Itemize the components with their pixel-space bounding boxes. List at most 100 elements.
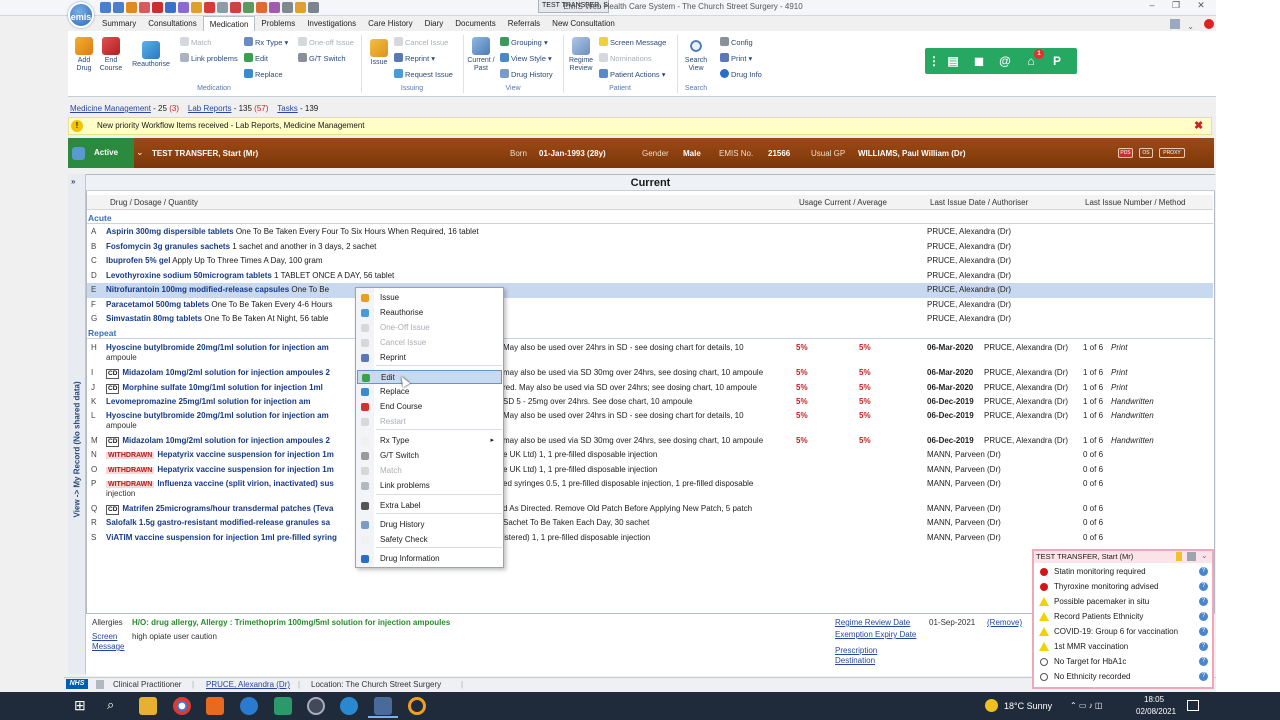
minimize-button[interactable]: – [1144,0,1160,12]
table-row[interactable]: C Ibuprofen 5% gel Apply Up To Three Time… [87,254,1213,269]
table-row[interactable]: Q CD Matrifen 25micrograms/hour transderma… [87,502,1213,517]
table-row[interactable]: E Nitrofurantoin 100mg modified-release c… [87,283,1213,298]
help-icon[interactable]: ? [1199,627,1208,636]
view-mode-label[interactable]: View -> My Record (No shared data) [73,348,82,517]
drug-history-button[interactable]: Drug History [500,67,553,82]
menu-item-issue[interactable]: Issue [357,291,502,305]
edit-button[interactable]: Edit [244,51,268,66]
cancel-issue-button[interactable]: Cancel Issue [394,35,448,50]
emis-taskbar-icon[interactable] [374,697,392,715]
chevron-down-icon[interactable]: ⌄ [136,147,144,158]
help-icon[interactable]: ? [1199,642,1208,651]
table-row[interactable]: S ViATIM vaccine suspension for injection… [87,531,1213,546]
patient-access-button[interactable]: P [1044,51,1070,71]
help-icon[interactable]: ? [1199,672,1208,681]
medicine-management-link[interactable]: Medicine Management [70,104,151,113]
inbox-icon[interactable]: ⌂ 1 [1018,49,1044,71]
alert-item[interactable]: Possible pacemaker in situ? [1036,594,1210,609]
pin-icon[interactable] [1176,552,1182,561]
config-button[interactable]: Config [720,35,753,50]
gt-switch-button[interactable]: G/T Switch [298,51,346,66]
add-drug-button[interactable]: Add Drug [72,37,96,73]
more-icon[interactable]: ⋮ [928,51,940,71]
view-style-button[interactable]: View Style ▾ [500,51,552,66]
menu-item-g-t-switch[interactable]: G/T Switch [357,449,502,463]
help-icon[interactable]: ? [1199,567,1208,576]
tab-investigations[interactable]: Investigations [301,16,362,31]
request-issue-button[interactable]: Request Issue [394,67,453,82]
help-icon[interactable]: ? [1199,582,1208,591]
remove-link[interactable]: (Remove) [987,618,1022,627]
drug-info-button[interactable]: Drug Info [720,67,762,82]
tab-documents[interactable]: Documents [449,16,501,31]
grouping-button[interactable]: Grouping ▾ [500,35,548,50]
os-badge[interactable]: OS [1139,148,1153,158]
windows-start-button[interactable]: ⊞ [74,697,86,714]
replace-button[interactable]: Replace [244,67,283,82]
menu-item-link-problems[interactable]: Link problems [357,479,502,493]
regime-review-button[interactable]: Regime Review [566,37,596,73]
table-row[interactable]: A Aspirin 300mg dispersible tablets One T… [87,225,1213,240]
menu-item-rx-type[interactable]: Rx Type ▸ [357,434,502,448]
table-row[interactable]: I CD Midazolam 10mg/2ml solution for injec… [87,366,1213,381]
app-icon[interactable] [307,697,325,715]
reauthorise-button[interactable]: Reauthorise [128,41,174,69]
menu-item-edit[interactable]: Edit [357,370,502,384]
file-explorer-icon[interactable] [139,697,157,715]
column-last-issue[interactable]: Last Issue Date / Authoriser [930,198,1028,207]
menu-item-safety-check[interactable]: Safety Check [357,533,502,547]
outlook-icon[interactable] [206,697,224,715]
help-icon[interactable]: ? [1199,597,1208,606]
clock-date[interactable]: 02/08/2021 [1136,707,1176,716]
close-button[interactable]: ✕ [1193,0,1209,12]
screen-icon[interactable] [1170,19,1180,29]
rx-type-button[interactable]: Rx Type ▾ [244,35,288,50]
current-past-button[interactable]: Current / Past [466,37,496,73]
edge-icon[interactable] [340,697,358,715]
search-icon[interactable]: ⌕ [107,697,114,713]
notifications-icon[interactable] [1187,700,1199,711]
table-row[interactable]: D Levothyroxine sodium 50microgram tablet… [87,269,1213,284]
menu-item-drug-history[interactable]: Drug History [357,518,502,532]
close-notification-button[interactable]: ✖ [1194,119,1203,132]
edge-icon[interactable] [240,697,258,715]
emis-logo[interactable]: emis [68,2,94,28]
tab-diary[interactable]: Diary [419,16,450,31]
weather-icon[interactable] [985,699,998,712]
video-icon[interactable]: ◼ [966,51,992,71]
tab-care-history[interactable]: Care History [362,16,418,31]
issue-button[interactable]: Issue [366,39,392,67]
weather-text[interactable]: 18°C Sunny [1004,701,1052,711]
lab-reports-link[interactable]: Lab Reports [188,104,232,113]
screen-message-button[interactable]: Screen Message [599,35,666,50]
alert-item[interactable]: Statin monitoring required? [1036,564,1210,579]
menu-item-reauthorise[interactable]: Reauthorise [357,306,502,320]
table-row[interactable]: K Levomepromazine 25mg/1ml solution for i… [87,395,1213,410]
tab-new-consultation[interactable]: New Consultation [546,16,621,31]
table-row[interactable]: N WITHDRAWN Hepatyrix vaccine suspension f… [87,448,1213,463]
column-usage[interactable]: Usage Current / Average [799,198,887,207]
regime-review-link[interactable]: Regime Review Date [835,618,910,627]
table-row[interactable]: G Simvastatin 80mg tablets One To Be Take… [87,312,1213,327]
expand-sidebar-icon[interactable]: » [71,177,75,186]
menu-item-end-course[interactable]: End Course [357,400,502,414]
tab-referrals[interactable]: Referrals [502,16,546,31]
table-row[interactable]: P WITHDRAWN Influenza vaccine (split virio… [87,477,1213,501]
chat-icon[interactable]: ▤ [940,51,966,71]
link-problems-button[interactable]: Link problems [180,51,238,66]
tasks-link[interactable]: Tasks [277,104,297,113]
tab-summary[interactable]: Summary [96,16,142,31]
pds-badge[interactable]: PDS [1118,148,1133,158]
patient-name[interactable]: TEST TRANSFER, Start (Mr) [152,149,258,158]
proxy-badge[interactable]: PROXY [1159,148,1185,158]
user-name-link[interactable]: PRUCE, Alexandra (Dr) [206,680,290,689]
end-course-button[interactable]: End Course [98,37,124,73]
alert-item[interactable]: Thyroxine monitoring advised? [1036,579,1210,594]
print-button[interactable]: Print ▾ [720,51,752,66]
print-icon[interactable] [1187,552,1196,561]
table-row[interactable]: R Salofalk 1.5g gastro-resistant modified… [87,516,1213,531]
match-button[interactable]: Match [180,35,211,50]
chevron-down-icon[interactable]: ⌄ [1201,551,1208,560]
help-icon[interactable]: ? [1199,612,1208,621]
table-row[interactable]: L Hyoscine butylbromide 20mg/1ml solution… [87,409,1213,433]
